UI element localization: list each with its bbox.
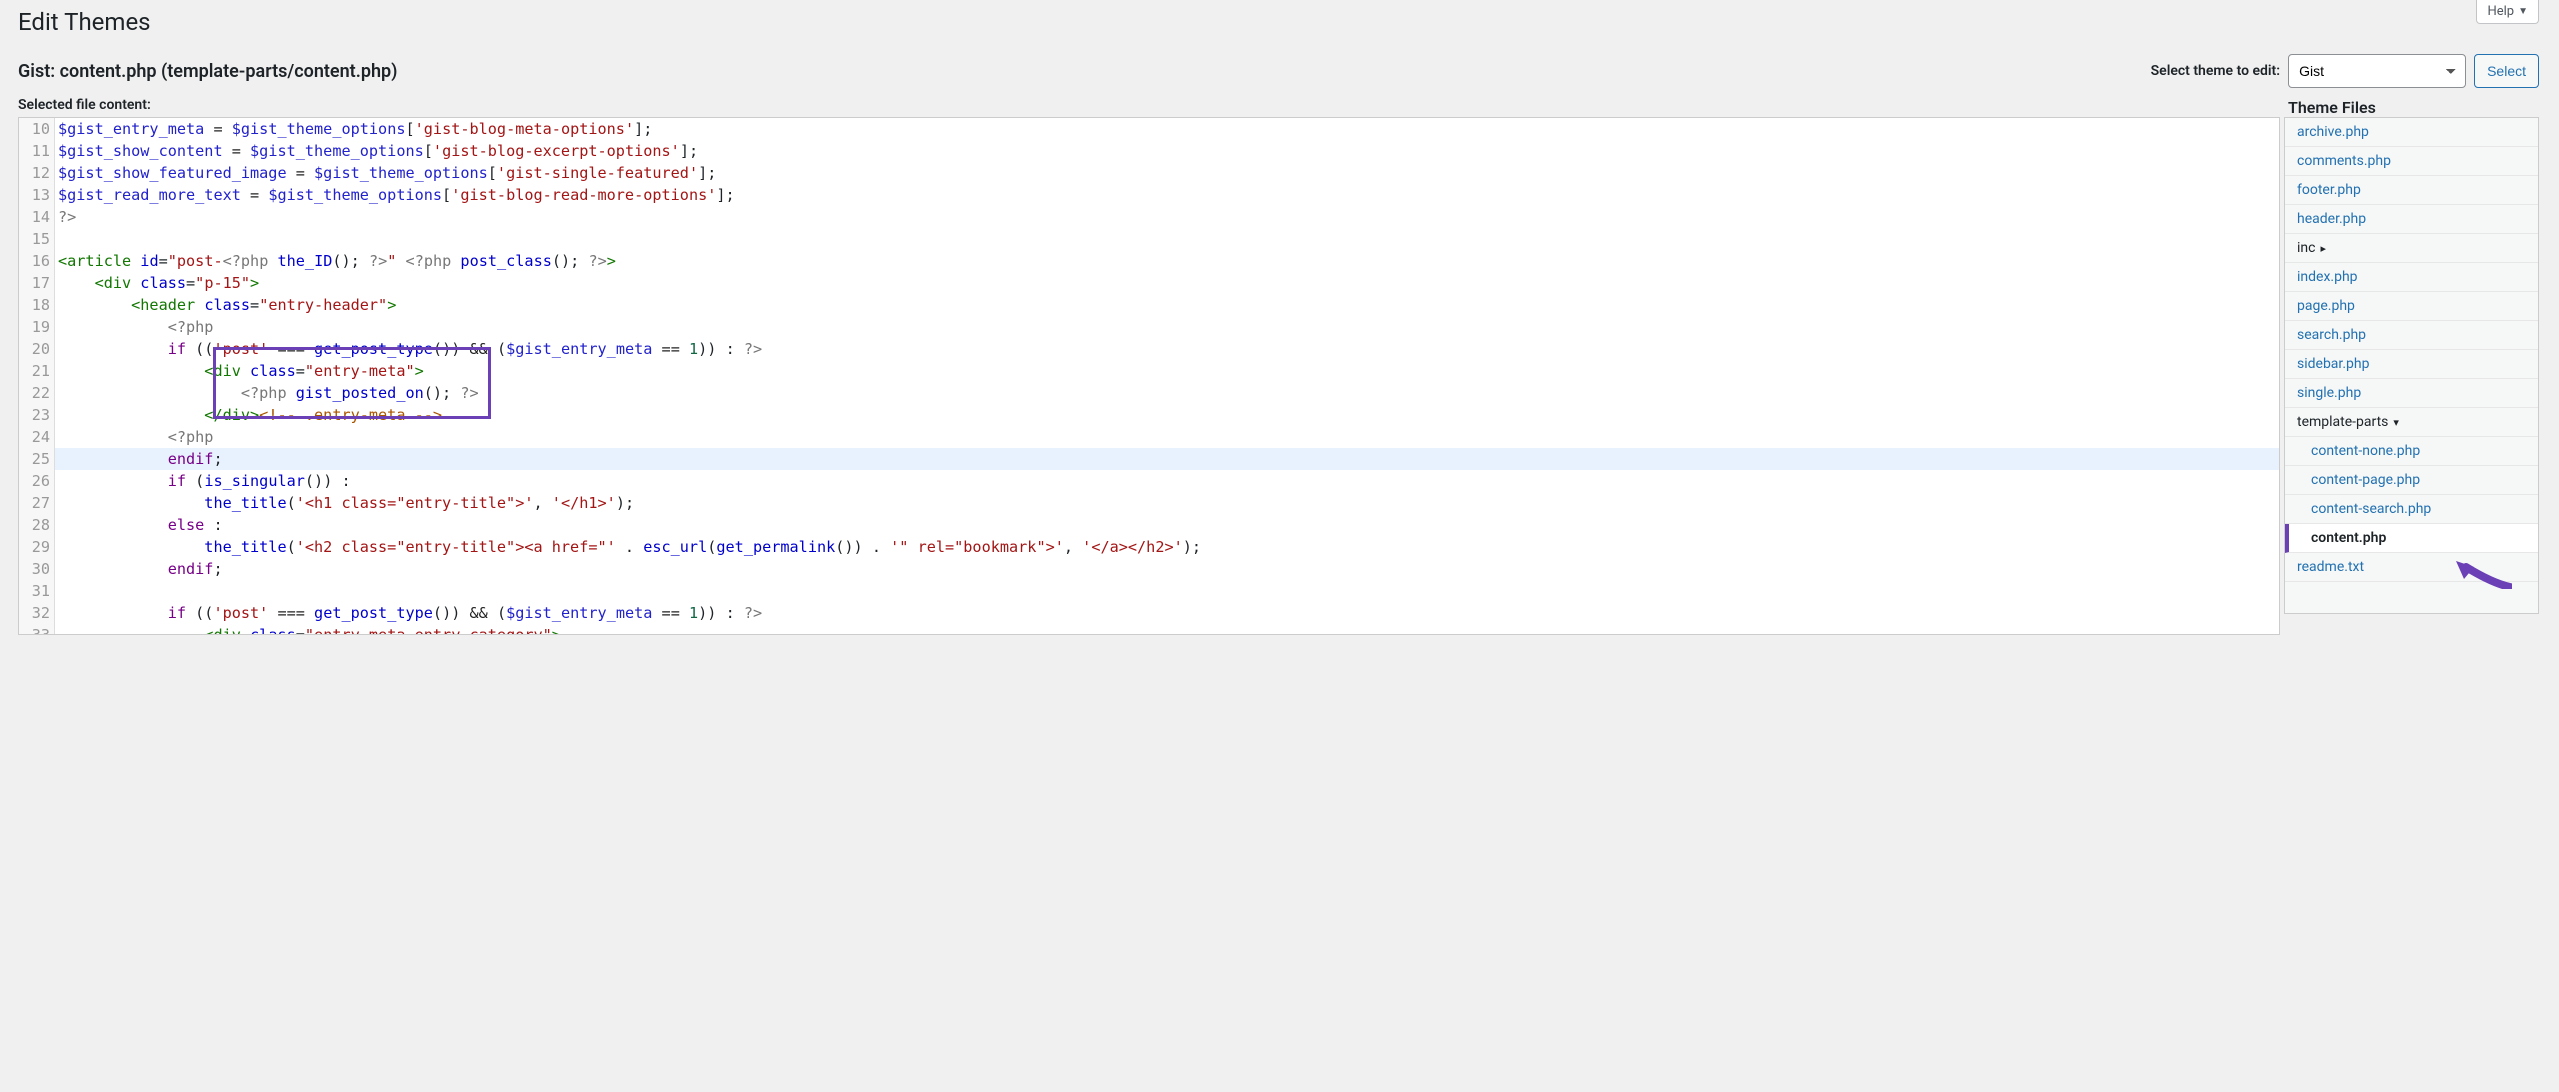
select-theme-label: Select theme to edit: [2151, 63, 2280, 79]
file-sidebar[interactable]: sidebar.php [2285, 350, 2538, 379]
page-title: Edit Themes [18, 0, 2539, 54]
theme-files-heading: Theme Files [2284, 98, 2539, 117]
line-number-gutter: 1011121314151617181920212223242526272829… [19, 118, 55, 634]
file-search[interactable]: search.php [2285, 321, 2538, 350]
select-button[interactable]: Select [2474, 54, 2539, 88]
file-content-search[interactable]: content-search.php [2285, 495, 2538, 524]
file-content-page[interactable]: content-page.php [2285, 466, 2538, 495]
folder-template-parts[interactable]: template-parts [2285, 408, 2538, 437]
theme-select-controls: Select theme to edit: Gist Select [2151, 54, 2539, 88]
sub-header: Gist: content.php (template-parts/conten… [18, 54, 2539, 88]
file-tree[interactable]: archive.php comments.php footer.php head… [2284, 117, 2539, 614]
file-index[interactable]: index.php [2285, 263, 2538, 292]
help-tab[interactable]: Help ▼ [2476, 0, 2539, 24]
file-footer[interactable]: footer.php [2285, 176, 2538, 205]
code-editor[interactable]: 1011121314151617181920212223242526272829… [18, 117, 2280, 635]
selected-file-label: Selected file content: [18, 97, 151, 113]
file-page[interactable]: page.php [2285, 292, 2538, 321]
file-content-none[interactable]: content-none.php [2285, 437, 2538, 466]
chevron-down-icon: ▼ [2518, 6, 2528, 17]
file-header[interactable]: header.php [2285, 205, 2538, 234]
file-archive[interactable]: archive.php [2285, 118, 2538, 147]
file-single[interactable]: single.php [2285, 379, 2538, 408]
help-label: Help [2487, 4, 2514, 19]
current-file-heading: Gist: content.php (template-parts/conten… [18, 61, 397, 82]
file-readme[interactable]: readme.txt [2285, 553, 2538, 582]
theme-files-sidebar: archive.php comments.php footer.php head… [2284, 117, 2539, 635]
theme-select[interactable]: Gist [2288, 54, 2466, 88]
folder-inc[interactable]: inc [2285, 234, 2538, 263]
file-content[interactable]: content.php [2285, 524, 2538, 553]
code-content[interactable]: $gist_entry_meta = $gist_theme_options['… [55, 118, 2279, 634]
file-comments[interactable]: comments.php [2285, 147, 2538, 176]
